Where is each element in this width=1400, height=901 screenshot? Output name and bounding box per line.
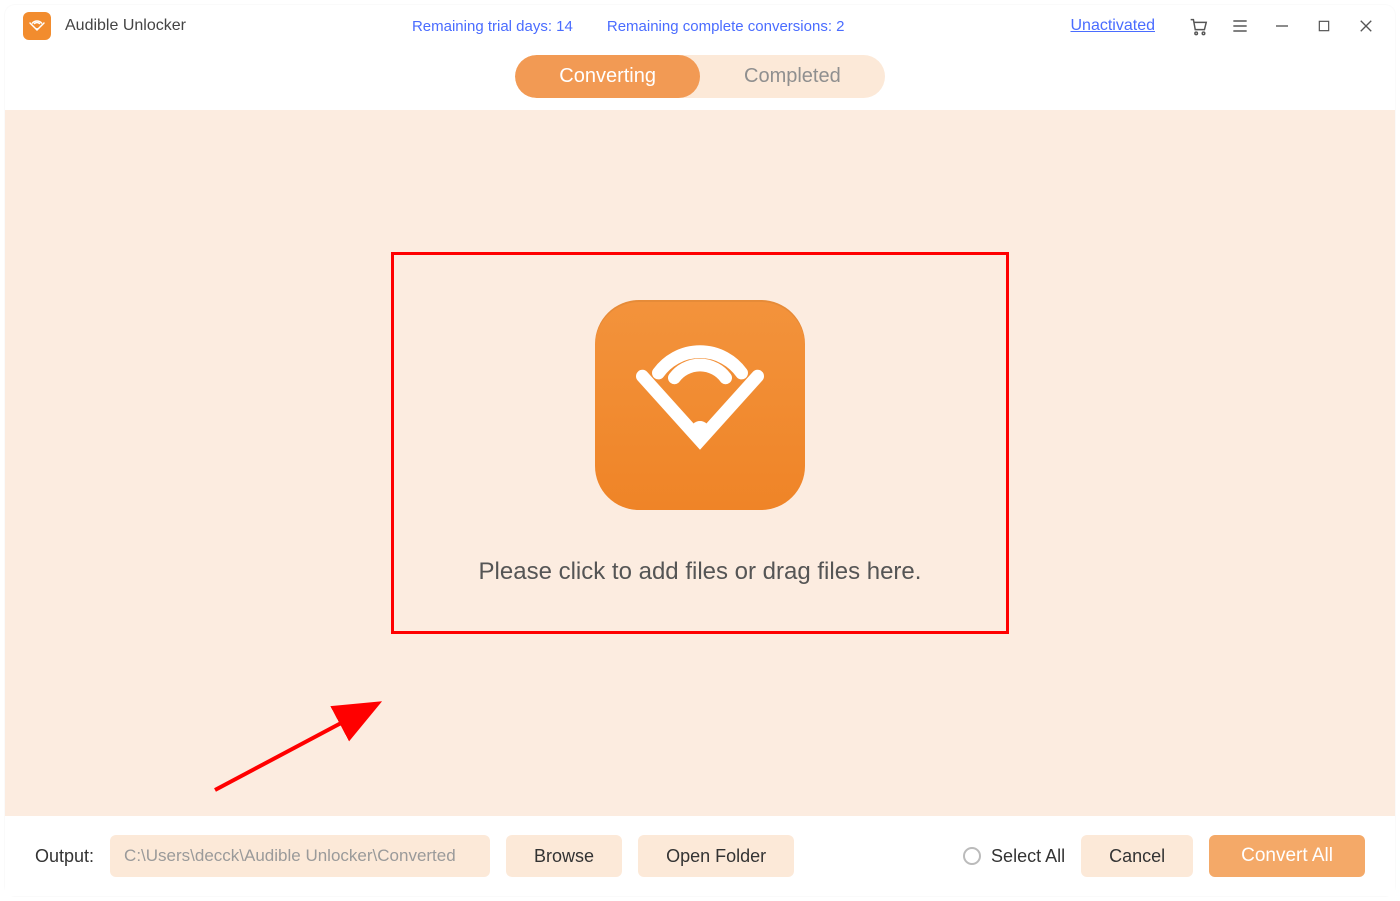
select-all-radio-icon [963,847,981,865]
select-all-label: Select All [991,846,1065,867]
title-bar: Audible Unlocker Remaining trial days: 1… [5,5,1395,47]
tab-converting[interactable]: Converting [515,55,700,98]
tabs-pill: Converting Completed [515,55,884,98]
app-window: Audible Unlocker Remaining trial days: 1… [5,5,1395,896]
annotation-arrow-icon [205,690,405,810]
dropzone-logo-icon [595,300,805,510]
remaining-conversions-label: Remaining complete conversions: 2 [607,18,845,35]
output-path-field[interactable] [110,835,490,877]
dropzone-text: Please click to add files or drag files … [479,558,922,586]
open-folder-button[interactable]: Open Folder [638,835,794,877]
footer-bar: Output: Browse Open Folder Select All Ca… [5,816,1395,896]
maximize-button[interactable] [1313,15,1335,37]
select-all-toggle[interactable]: Select All [963,846,1065,867]
app-title: Audible Unlocker [65,17,186,35]
main-area: Please click to add files or drag files … [5,110,1395,816]
app-logo-icon [23,12,51,40]
menu-icon[interactable] [1229,15,1251,37]
cancel-button[interactable]: Cancel [1081,835,1193,877]
convert-all-button[interactable]: Convert All [1209,835,1365,877]
minimize-button[interactable] [1271,15,1293,37]
unactivated-link[interactable]: Unactivated [1071,17,1156,35]
trial-days-label: Remaining trial days: 14 [412,18,573,35]
tab-completed[interactable]: Completed [700,55,885,98]
cart-icon[interactable] [1187,15,1209,37]
tabs-row: Converting Completed [5,47,1395,110]
output-label: Output: [35,846,94,867]
file-dropzone[interactable]: Please click to add files or drag files … [391,252,1009,634]
browse-button[interactable]: Browse [506,835,622,877]
close-button[interactable] [1355,15,1377,37]
window-controls [1187,15,1377,37]
